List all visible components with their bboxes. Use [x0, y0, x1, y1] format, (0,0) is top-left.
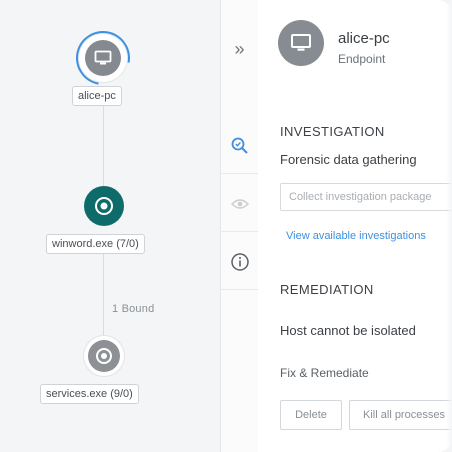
graph-edge: [103, 252, 104, 336]
host-name: alice-pc: [338, 30, 390, 47]
investigation-select[interactable]: Collect investigation package: [280, 183, 452, 211]
graph-edge: [103, 100, 104, 192]
remediation-heading: REMEDIATION: [280, 282, 374, 297]
isolate-status-text: Host cannot be isolated: [280, 323, 416, 338]
graph-node-host[interactable]: [65, 20, 141, 96]
graph-node-process[interactable]: [84, 336, 124, 376]
process-icon: [96, 348, 112, 364]
view-investigations-link[interactable]: View available investigations: [286, 230, 426, 242]
avatar: [278, 20, 324, 66]
process-graph: 1 Bound alice-pc winword.exe (7/0) servi…: [0, 0, 220, 452]
node-label[interactable]: winword.exe (7/0): [46, 234, 145, 254]
app-frame: 1 Bound alice-pc winword.exe (7/0) servi…: [0, 0, 452, 452]
kill-processes-button[interactable]: Kill all processes: [349, 400, 452, 430]
double-chevron-right-icon: »: [234, 39, 245, 59]
investigate-button[interactable]: [221, 118, 258, 174]
forensic-label: Forensic data gathering: [280, 152, 417, 167]
panel-edge-fade: [446, 0, 452, 452]
selection-ring: [65, 20, 141, 96]
edge-label: 1 Bound: [112, 303, 155, 315]
eye-icon: [230, 198, 249, 209]
visibility-button[interactable]: [221, 176, 258, 232]
node-label[interactable]: alice-pc: [72, 86, 122, 106]
detail-panel: alice-pc Endpoint INVESTIGATION Forensic…: [258, 0, 452, 452]
node-label[interactable]: services.exe (9/0): [40, 384, 139, 404]
side-toolbar: »: [220, 0, 259, 452]
info-icon: [230, 252, 249, 271]
info-button[interactable]: [221, 234, 258, 290]
host-type: Endpoint: [338, 52, 386, 66]
fix-remediate-label: Fix & Remediate: [280, 366, 369, 380]
process-icon: [95, 197, 113, 215]
graph-node-process[interactable]: [84, 186, 124, 226]
delete-button[interactable]: Delete: [280, 400, 342, 430]
collapse-panel-button[interactable]: »: [221, 22, 258, 77]
investigation-heading: INVESTIGATION: [280, 124, 385, 139]
monitor-icon: [291, 34, 311, 51]
investigate-icon: [231, 137, 248, 154]
